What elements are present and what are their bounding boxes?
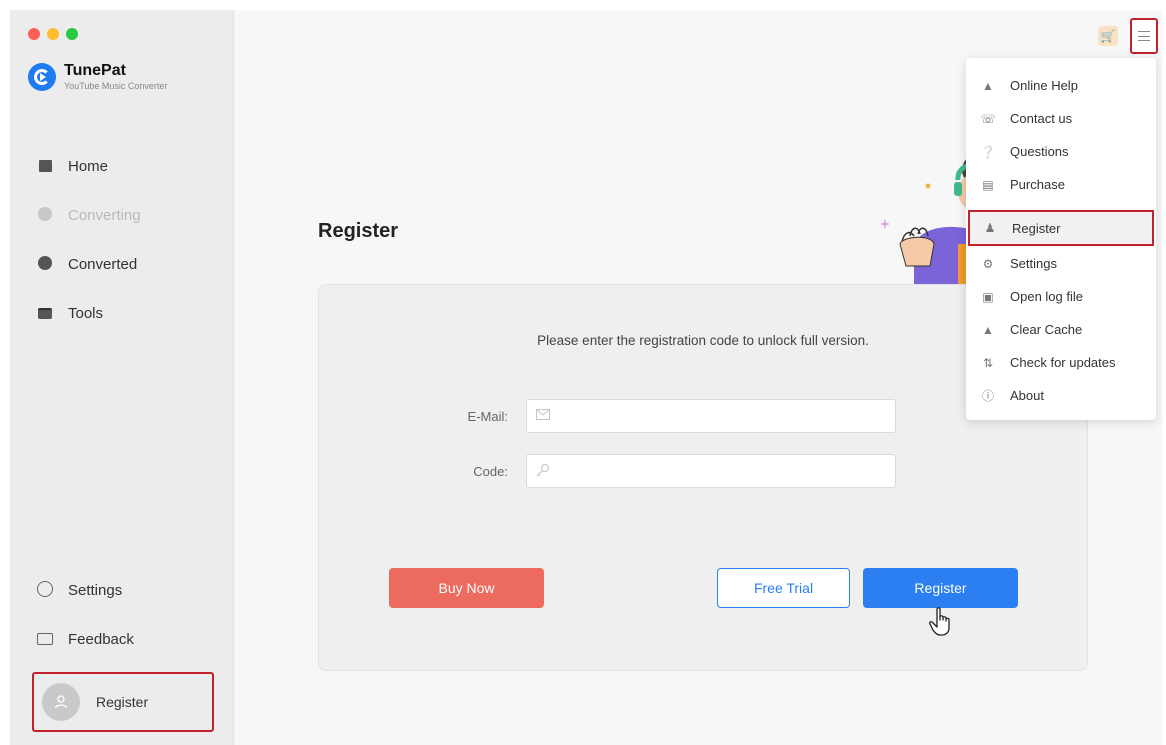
converting-icon [36, 207, 54, 224]
close-window-button[interactable] [28, 28, 40, 40]
menu-item-online-help[interactable]: ▲ Online Help [966, 69, 1156, 102]
buy-now-button[interactable]: Buy Now [389, 568, 544, 608]
menu-item-register[interactable]: ♟ Register [968, 210, 1154, 246]
sidebar-item-label: Feedback [68, 631, 134, 648]
app-subtitle: YouTube Music Converter [64, 81, 168, 91]
sidebar-bottom-nav: Settings Feedback [36, 566, 134, 664]
window-controls [28, 28, 78, 40]
sidebar-item-label: Tools [68, 305, 104, 322]
avatar [42, 683, 80, 721]
menu-item-label: Online Help [1010, 78, 1078, 93]
menu-button[interactable] [1130, 18, 1158, 54]
file-icon: ▣ [982, 289, 994, 304]
free-trial-button[interactable]: Free Trial [717, 568, 850, 608]
menu-item-contact-us[interactable]: ☏ Contact us [966, 102, 1156, 135]
brand: TunePat YouTube Music Converter [28, 62, 167, 92]
sidebar-item-home[interactable]: Home [36, 142, 141, 191]
mail-icon [36, 632, 54, 648]
phone-icon: ☏ [980, 111, 996, 126]
menu-item-label: Purchase [1010, 177, 1065, 192]
sidebar-register-label: Register [96, 694, 149, 710]
user-icon [54, 695, 68, 709]
user-key-icon: ♟ [984, 221, 996, 235]
cart-icon: ▤ [982, 177, 994, 192]
menu-item-label: Open log file [1010, 289, 1083, 304]
menu-item-label: Register [1012, 220, 1061, 236]
code-label: Code: [473, 463, 508, 479]
minimize-window-button[interactable] [47, 28, 59, 40]
sidebar-item-converting[interactable]: Converting [36, 191, 141, 240]
sidebar-item-settings[interactable]: Settings [36, 566, 134, 615]
main-menu-dropdown: ▲ Online Help ☏ Contact us ❔ Questions ▤… [966, 58, 1156, 420]
menu-item-label: Check for updates [1010, 355, 1116, 370]
settings-icon [36, 581, 54, 600]
menu-item-label: Questions [1010, 144, 1069, 159]
zoom-window-button[interactable] [66, 28, 78, 40]
sidebar-item-label: Converted [68, 256, 138, 273]
svg-text:+: + [880, 217, 890, 231]
info-icon: ⓘ [981, 389, 994, 403]
sidebar-item-tools[interactable]: Tools [36, 289, 141, 338]
graduation-cap-icon: ▲ [982, 78, 994, 93]
cart-icon[interactable]: 🛒 [1098, 26, 1118, 46]
register-button[interactable]: Register [863, 568, 1018, 608]
clock-icon [36, 256, 54, 273]
menu-item-settings[interactable]: ⚙ Settings [966, 247, 1156, 280]
menu-item-label: Contact us [1010, 111, 1073, 126]
menu-item-open-log-file[interactable]: ▣ Open log file [966, 280, 1156, 313]
menu-item-label: About [1010, 388, 1044, 403]
email-row: E-Mail: [319, 399, 896, 433]
home-icon [36, 159, 54, 175]
sidebar-nav: Home Converting Converted Tools [36, 142, 141, 338]
toolbox-icon [36, 306, 54, 322]
gear-icon: ⚙ [982, 256, 994, 271]
app-name: TunePat [64, 62, 126, 79]
code-row: Code: [319, 454, 896, 488]
broom-icon: ▲ [982, 322, 994, 337]
sidebar-item-label: Converting [68, 207, 141, 224]
sidebar-register-button[interactable]: Register [32, 672, 214, 732]
hamburger-icon [1138, 31, 1150, 41]
tunepat-logo-icon [28, 63, 56, 91]
menu-item-about[interactable]: ⓘ About [966, 379, 1156, 412]
menu-item-purchase[interactable]: ▤ Purchase [966, 168, 1156, 201]
menu-item-check-for-updates[interactable]: ⇅ Check for updates [966, 346, 1156, 379]
sidebar-item-label: Home [68, 158, 109, 175]
key-icon [536, 463, 550, 481]
menu-item-questions[interactable]: ❔ Questions [966, 135, 1156, 168]
sidebar-item-feedback[interactable]: Feedback [36, 615, 134, 664]
question-icon: ❔ [980, 144, 996, 159]
sidebar-item-converted[interactable]: Converted [36, 240, 141, 289]
email-field[interactable] [526, 399, 896, 433]
hand-cursor-icon [929, 607, 950, 636]
sidebar-item-label: Settings [68, 582, 123, 599]
page-title: Register [318, 220, 399, 242]
sidebar: TunePat YouTube Music Converter Home Con… [10, 10, 234, 745]
refresh-icon: ⇅ [982, 355, 994, 370]
menu-item-label: Clear Cache [1010, 322, 1083, 337]
envelope-icon [536, 408, 550, 424]
code-field[interactable] [526, 454, 896, 488]
menu-item-label: Settings [1010, 256, 1057, 271]
email-label: E-Mail: [467, 408, 508, 424]
menu-item-clear-cache[interactable]: ▲ Clear Cache [966, 313, 1156, 346]
